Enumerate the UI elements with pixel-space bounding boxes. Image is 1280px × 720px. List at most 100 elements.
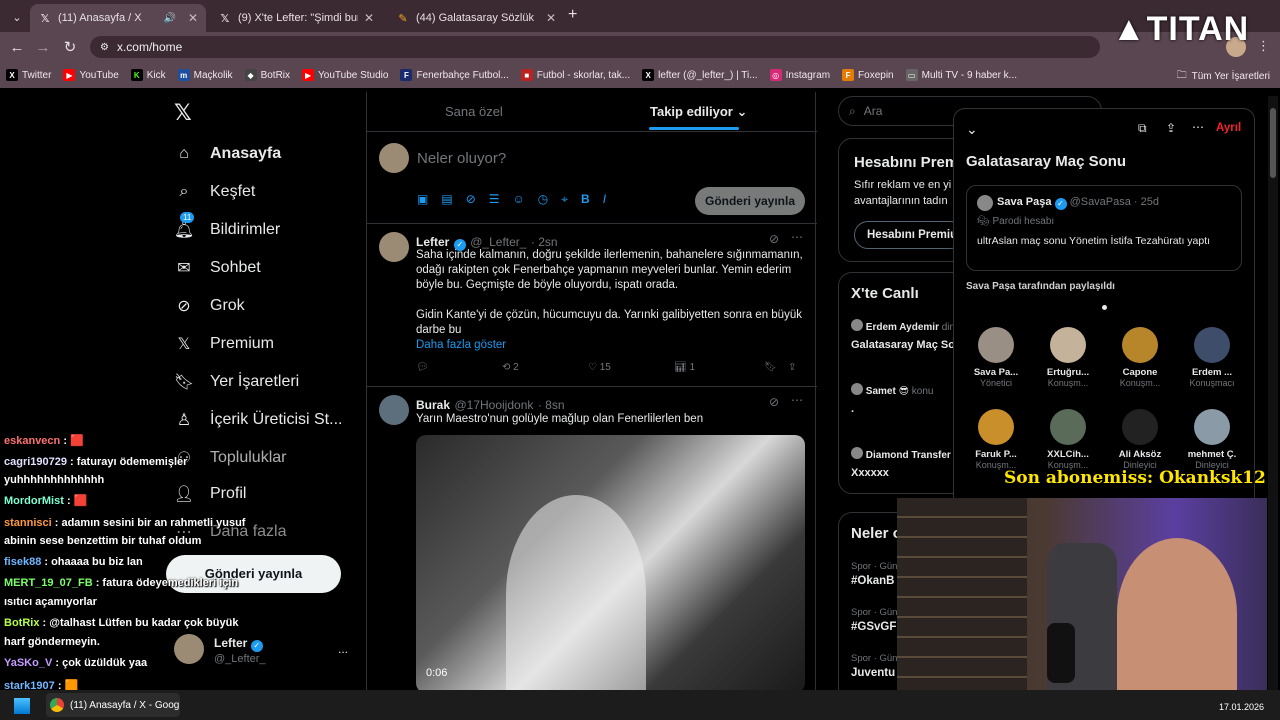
bookmark-youtube-studio[interactable]: ▶ YouTube Studio: [302, 69, 388, 81]
image-icon[interactable]: ▣: [417, 192, 428, 207]
taskbar-chrome-app[interactable]: (11) Anasayfa / X - Goog: [46, 693, 180, 717]
windows-start-icon[interactable]: [14, 698, 30, 714]
share-icon[interactable]: ⇪: [788, 362, 796, 373]
reload-icon[interactable]: ↻: [57, 34, 83, 60]
speaker-icon[interactable]: 🔊: [163, 13, 175, 24]
nav-profile[interactable]: 👤︎ Profil: [172, 482, 247, 506]
schedule-icon[interactable]: ◷: [538, 192, 548, 207]
tweet-avatar[interactable]: [379, 232, 409, 262]
nav-notifications[interactable]: 🔔︎ 11 Bildirimler: [172, 212, 280, 242]
gif-icon[interactable]: ▤: [441, 192, 452, 207]
nav-home[interactable]: ⌂ Anasayfa: [172, 142, 281, 166]
speaker[interactable]: Capone Konuşm...: [1107, 327, 1173, 388]
retweet-button[interactable]: ⟲ 2: [502, 362, 588, 373]
location-icon[interactable]: ⌖: [561, 192, 568, 207]
live-host[interactable]: Diamond Transfer: [851, 447, 951, 461]
speaker[interactable]: Faruk P... Konuşm...: [963, 409, 1029, 470]
close-tab-icon[interactable]: ✕: [364, 11, 374, 25]
live-space-title[interactable]: Galatasaray Maç So: [851, 339, 955, 351]
chat-username[interactable]: fisek88: [4, 556, 41, 568]
bookmark-lefter[interactable]: Xlefter (@_lefter_) | Ti...: [642, 69, 758, 81]
minimize-icon[interactable]: ⧉: [1138, 121, 1147, 136]
bold-icon[interactable]: B: [581, 192, 590, 207]
more-icon[interactable]: ⋯: [1192, 120, 1204, 134]
live-space-title[interactable]: Xxxxxx: [851, 467, 889, 479]
nav-bookmarks[interactable]: 🔖︎ Yer İşaretleri: [172, 370, 299, 394]
collapse-chevron-icon[interactable]: ⌄: [966, 121, 978, 138]
nav-creator-studio[interactable]: ♙ İçerik Üreticisi St...: [172, 408, 343, 432]
live-space-title[interactable]: .: [851, 403, 854, 415]
bookmark-fenerbahce[interactable]: F Fenerbahçe Futbol...: [400, 69, 509, 81]
italic-icon[interactable]: I: [603, 192, 606, 207]
bookmark-youtube[interactable]: ▶ YouTube: [63, 69, 119, 81]
tab-following[interactable]: Takip ediliyor ⌄: [650, 104, 747, 120]
tweet-video[interactable]: 0:06: [416, 435, 805, 693]
views-button[interactable]: 📊︎ 1: [674, 362, 764, 373]
composer-avatar[interactable]: [379, 143, 409, 173]
bookmark-mackolik[interactable]: m Maçkolik: [177, 69, 233, 81]
show-more-link[interactable]: Daha fazla göster: [416, 339, 506, 351]
grok-icon[interactable]: ⊘: [466, 192, 476, 207]
chat-username[interactable]: eskanvecn: [4, 435, 60, 447]
speaker[interactable]: Erdem ... Konuşmacı: [1179, 327, 1245, 388]
composer-post-button[interactable]: Gönderi yayınla: [695, 187, 805, 215]
speaker[interactable]: Sava Pa... Yönetici: [963, 327, 1029, 388]
live-host[interactable]: Erdem Aydemir din: [851, 319, 955, 333]
close-tab-icon[interactable]: ✕: [188, 11, 198, 25]
tweet-more-icon[interactable]: ⋯: [791, 393, 803, 407]
like-button[interactable]: ♡ 15: [588, 362, 674, 373]
tweet[interactable]: Burak @17Hooijdonk · 8sn ⊘ ⋯ Yarın Maest…: [367, 386, 817, 693]
bookmark-botrix[interactable]: ◆ BotRix: [244, 69, 290, 81]
nav-chat[interactable]: ✉ Sohbet: [172, 256, 260, 280]
chat-username[interactable]: YaSKo_V: [4, 657, 52, 669]
tab-search-icon[interactable]: ⌄: [4, 4, 30, 30]
nav-communities[interactable]: ⚇ Topluluklar: [172, 446, 287, 470]
reply-icon[interactable]: 💬︎: [416, 362, 502, 373]
account-name[interactable]: Lefter ✓: [214, 636, 263, 652]
chat-username[interactable]: BotRix: [4, 617, 39, 629]
new-tab-icon[interactable]: +: [568, 6, 577, 24]
bookmark-twitter[interactable]: X Twitter: [6, 69, 51, 81]
bookmark-foxepin[interactable]: F Foxepin: [842, 69, 894, 81]
speaker[interactable]: Ali Aksöz Dinleyici: [1107, 409, 1173, 470]
tab-for-you[interactable]: Sana özel: [445, 104, 503, 119]
chat-username[interactable]: MordorMist: [4, 495, 64, 507]
speaker[interactable]: mehmet Ç. Dinleyici: [1179, 409, 1245, 470]
tab-galatasaray-sozluk[interactable]: ✎ (44) Galatasaray Sözlük ✕: [388, 4, 564, 32]
live-host[interactable]: Samet 😎 konu: [851, 383, 933, 397]
trend-tag[interactable]: #OkanB: [851, 575, 894, 587]
chat-username[interactable]: MERT_19_07_FB: [4, 577, 93, 589]
speaker[interactable]: Ertuğru... Konuşm...: [1035, 327, 1101, 388]
pinned-post[interactable]: Sava Paşa ✓ @SavaPasa · 25d 🎭︎ Parodi he…: [966, 185, 1242, 271]
leave-button[interactable]: Ayrıl: [1216, 122, 1241, 134]
tab-anasayfa[interactable]: 𝕏 (11) Anasayfa / X 🔊 ✕: [30, 4, 206, 32]
menu-icon[interactable]: ⋮: [1257, 38, 1270, 54]
site-info-icon[interactable]: ⚙: [100, 42, 109, 53]
account-avatar[interactable]: [174, 634, 204, 664]
grok-icon[interactable]: ⊘: [769, 232, 779, 246]
speaker[interactable]: XXLCih... Konuşm...: [1035, 409, 1101, 470]
trend-tag[interactable]: #GSvGF: [851, 621, 896, 633]
bookmark-instagram[interactable]: ◎ Instagram: [769, 69, 830, 81]
tweet-avatar[interactable]: [379, 395, 409, 425]
chat-username[interactable]: cagri190729: [4, 456, 67, 468]
trend-tag[interactable]: Juventu: [851, 667, 895, 679]
bookmark-icon[interactable]: 🔖︎: [764, 362, 788, 373]
scrollbar-thumb[interactable]: [1270, 108, 1276, 178]
nav-grok[interactable]: ⊘ Grok: [172, 294, 244, 318]
nav-premium[interactable]: 𝕏 Premium: [172, 332, 274, 356]
poll-icon[interactable]: ☰: [489, 192, 500, 207]
close-tab-icon[interactable]: ✕: [546, 11, 556, 25]
composer-input[interactable]: Neler oluyor?: [417, 150, 506, 167]
all-bookmarks[interactable]: 🗀 Tüm Yer İşaretleri: [1177, 68, 1270, 85]
page-scrollbar[interactable]: [1268, 96, 1278, 690]
tweet[interactable]: Lefter ✓ @_Lefter_ · 2sn ⊘ ⋯ Saha içinde…: [367, 223, 817, 383]
nav-explore[interactable]: ⌕ Keşfet: [172, 180, 256, 204]
premium-button[interactable]: Hesabını Premiu: [854, 221, 964, 249]
grok-icon[interactable]: ⊘: [769, 395, 779, 409]
x-logo-icon[interactable]: 𝕏: [174, 100, 192, 126]
bookmark-futbol[interactable]: ■ Futbol - skorlar, tak...: [520, 69, 630, 81]
chat-username[interactable]: stannisci: [4, 517, 52, 529]
share-icon[interactable]: ⇪: [1166, 121, 1176, 135]
bookmark-multitv[interactable]: ▭ Multi TV - 9 haber k...: [905, 69, 1017, 81]
